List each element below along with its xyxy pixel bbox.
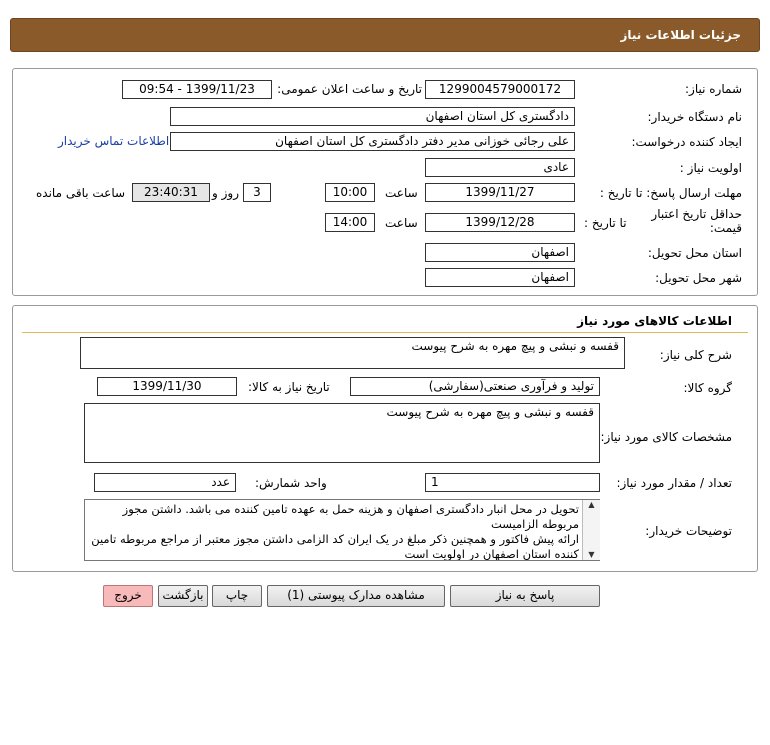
reply-button[interactable]: پاسخ به نیاز	[450, 585, 600, 607]
province-field: اصفهان	[425, 243, 575, 262]
goods-group-field: تولید و فرآوری صنعتی(سفارشی)	[350, 377, 600, 396]
price-validity-label: حداقل تاریخ اعتبار قیمت:	[651, 207, 742, 235]
city-field: اصفهان	[425, 268, 575, 287]
announce-datetime-field: 1399/11/23 - 09:54	[122, 80, 272, 99]
send-deadline-label: مهلت ارسال پاسخ: تا تاریخ :	[599, 186, 742, 200]
exit-button[interactable]: خروج	[103, 585, 153, 607]
unit-field: عدد	[94, 473, 236, 492]
section-divider	[22, 332, 748, 333]
need-date-field: 1399/11/30	[97, 377, 237, 396]
province-label: استان محل تحویل:	[647, 246, 742, 260]
creator-label: ایجاد کننده درخواست:	[631, 135, 742, 149]
buyer-contact-link[interactable]: اطلاعات تماس خریدار	[58, 134, 169, 148]
summary-label: شرح کلی نیاز:	[659, 348, 732, 362]
days-and-label: روز و	[212, 186, 239, 200]
notes-scrollbar[interactable]: ▲ ▼	[582, 500, 600, 560]
goods-group-label: گروه کالا:	[683, 381, 733, 395]
view-attachments-button[interactable]: مشاهده مدارک پیوستی (1)	[267, 585, 445, 607]
validity-time-label: ساعت	[385, 216, 418, 230]
quantity-label: تعداد / مقدار مورد نیاز:	[616, 476, 732, 490]
buyer-notes-line-2: ارائه پیش فاکتور و همچنین ذکر مبلغ در یک…	[91, 532, 579, 561]
summary-field: قفسه و نبشی و پیچ مهره به شرح پیوست	[80, 337, 625, 369]
send-time-label: ساعت	[385, 186, 418, 200]
buyer-notes-label: توضیحات خریدار:	[645, 524, 732, 538]
spec-field: قفسه و نبشی و پیچ مهره به شرح پیوست	[84, 403, 600, 463]
need-number-label: شماره نیاز:	[685, 82, 742, 96]
city-label: شهر محل تحویل:	[655, 271, 742, 285]
need-info-panel	[12, 68, 758, 296]
remaining-label: ساعت باقی مانده	[36, 186, 126, 200]
buyer-org-field: دادگستری کل استان اصفهان	[170, 107, 575, 126]
quantity-field: 1	[425, 473, 600, 492]
unit-label: واحد شمارش:	[255, 476, 327, 490]
scroll-down-icon[interactable]: ▼	[583, 550, 600, 560]
buyer-notes-textarea[interactable]: تحویل در محل انبار دادگستری اصفهان و هزی…	[84, 499, 600, 561]
price-validity-time: 14:00	[325, 213, 375, 232]
days-remaining: 3	[243, 183, 271, 202]
page-title: جزئیات اطلاعات نیاز	[620, 28, 741, 42]
need-date-label: تاریخ نیاز به کالا:	[248, 380, 330, 394]
spec-label: مشخصات کالای مورد نیاز:	[600, 430, 732, 444]
price-validity-date: 1399/12/28	[425, 213, 575, 232]
time-remaining: 23:40:31	[132, 183, 210, 202]
priority-label: اولویت نیاز :	[679, 161, 742, 175]
send-deadline-time: 10:00	[325, 183, 375, 202]
announce-datetime-label: تاریخ و ساعت اعلان عمومی:	[277, 82, 422, 96]
goods-section-title: اطلاعات کالاهای مورد نیاز	[577, 314, 732, 328]
until-date-label: تا تاریخ :	[584, 216, 627, 230]
send-deadline-date: 1399/11/27	[425, 183, 575, 202]
priority-field: عادی	[425, 158, 575, 177]
buyer-org-label: نام دستگاه خریدار:	[647, 110, 743, 124]
back-button[interactable]: بازگشت	[158, 585, 208, 607]
need-number-field: 1299004579000172	[425, 80, 575, 99]
scroll-up-icon[interactable]: ▲	[583, 500, 600, 510]
creator-field: علی رجائی خوزانی مدیر دفتر دادگستری کل ا…	[170, 132, 575, 151]
page-header: جزئیات اطلاعات نیاز	[10, 18, 760, 52]
print-button[interactable]: چاپ	[212, 585, 262, 607]
buyer-notes-line-1: تحویل در محل انبار دادگستری اصفهان و هزی…	[122, 502, 579, 531]
